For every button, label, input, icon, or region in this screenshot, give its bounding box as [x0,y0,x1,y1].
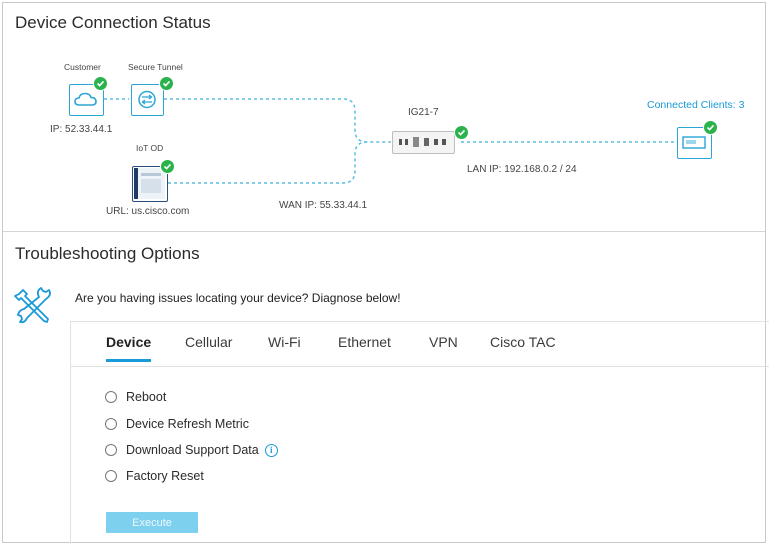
option-reboot[interactable]: Reboot [105,390,166,404]
connection-lines [104,98,677,184]
iot-od-label: IoT OD [136,143,164,153]
option-download-support-data[interactable]: Download Support Data i [105,443,278,457]
tab-bar: Device Cellular Wi-Fi Ethernet VPN Cisco… [71,322,769,367]
iot-router-line [168,141,368,184]
customer-label: Customer [64,62,101,72]
tab-cellular[interactable]: Cellular [185,334,232,359]
wrench-screwdriver-icon [14,287,51,324]
reboot-label: Reboot [126,390,167,404]
iot-od-icon [134,168,165,199]
iot-status-check-icon [160,159,175,174]
router-node[interactable] [392,131,455,154]
tab-vpn[interactable]: VPN [429,334,458,359]
tunnel-status-check-icon [159,76,174,91]
device-refresh-metric-label: Device Refresh Metric [126,417,249,431]
factory-reset-label: Factory Reset [126,469,204,483]
section-divider [3,231,765,232]
execute-button[interactable]: Execute [106,512,198,533]
router-icon [399,137,446,147]
device-status-panel: Device Connection Status Customer IP: 52… [2,2,769,544]
tunnel-router-line [164,98,391,143]
tab-ethernet[interactable]: Ethernet [338,334,391,359]
tab-wifi[interactable]: Wi-Fi [268,334,301,359]
wan-ip: WAN IP: 55.33.44.1 [279,200,368,211]
tab-device[interactable]: Device [106,334,152,362]
iot-od-url: URL: us.cisco.com [106,206,190,217]
troubleshooting-panel: Device Cellular Wi-Fi Ethernet VPN Cisco… [70,321,769,544]
troubleshooting-section-title: Troubleshooting Options [15,244,200,263]
customer-ip: IP: 52.33.44.1 [50,124,113,135]
customer-status-check-icon [93,76,108,91]
tunnel-icon [138,90,156,109]
diagnose-prompt: Are you having issues locating your devi… [75,291,401,305]
device-refresh-metric-radio[interactable] [105,418,117,430]
router-status-check-icon [454,125,469,140]
reboot-radio[interactable] [105,391,117,403]
clients-status-check-icon [703,120,718,135]
network-diagram: Customer IP: 52.33.44.1 Secure Tunnel Io… [3,3,767,231]
router-name: IG21-7 [408,107,439,118]
download-support-data-label: Download Support Data [126,443,259,457]
download-support-data-radio[interactable] [105,444,117,456]
tab-cisco-tac[interactable]: Cisco TAC [490,334,556,359]
lan-ip: LAN IP: 192.168.0.2 / 24 [467,164,577,175]
option-factory-reset[interactable]: Factory Reset [105,469,204,483]
info-icon[interactable]: i [264,443,278,457]
secure-tunnel-node[interactable] [131,84,164,116]
connected-clients-link[interactable]: Connected Clients: 3 [647,99,744,111]
option-device-refresh-metric[interactable]: Device Refresh Metric [105,417,249,431]
factory-reset-radio[interactable] [105,470,117,482]
secure-tunnel-label: Secure Tunnel [128,62,183,72]
